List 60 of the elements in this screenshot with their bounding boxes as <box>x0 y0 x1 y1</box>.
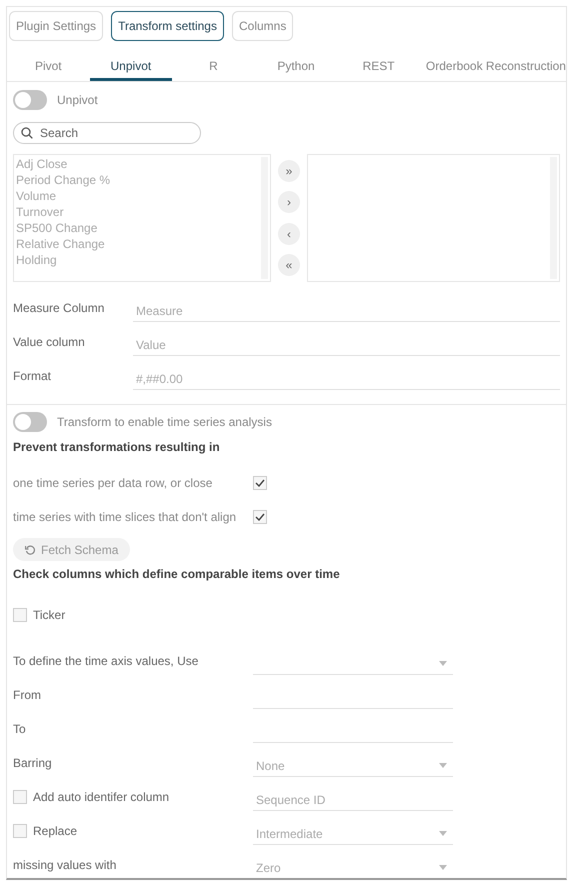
input-field[interactable]: Value <box>133 334 560 356</box>
checkbox-label: Ticker <box>33 607 66 624</box>
dropdown[interactable]: Intermediate <box>253 823 453 845</box>
checkbox[interactable] <box>13 608 27 622</box>
tab[interactable]: Unpivot <box>90 53 172 81</box>
refresh-icon <box>25 544 35 554</box>
list-item[interactable]: Relative Change <box>16 236 105 252</box>
checkbox[interactable] <box>13 824 27 838</box>
field-label: Replace <box>33 823 78 840</box>
tab[interactable]: Pivot <box>7 53 90 81</box>
dropdown[interactable]: Zero <box>253 857 453 878</box>
checkbox[interactable] <box>13 790 27 804</box>
checkbox[interactable] <box>253 476 267 490</box>
field-label: Barring <box>13 755 52 772</box>
list-item[interactable]: Volume <box>16 188 56 204</box>
search-field[interactable]: Search <box>13 122 201 144</box>
field-label: Add auto identifer column <box>33 789 170 806</box>
field-label: Measure Column <box>13 300 106 317</box>
option-label: one time series per data row, or close <box>13 475 214 492</box>
input-field[interactable]: #,##0.00 <box>133 368 560 390</box>
list-item[interactable]: SP500 Change <box>16 220 98 236</box>
move-button[interactable]: ‹ <box>278 222 300 245</box>
settings-tab-button[interactable]: Columns <box>232 11 294 41</box>
list-item[interactable]: Turnover <box>16 204 64 220</box>
list-item[interactable]: Holding <box>16 252 57 268</box>
column-list[interactable]: Adj Close Period Change % Volume Turnover SP500 Change Relative Change Holding <box>13 154 271 282</box>
field-label: To <box>13 721 26 738</box>
selected-column-list[interactable] <box>307 154 560 282</box>
section-heading: Prevent transformations resulting in <box>13 439 221 456</box>
caret-icon <box>439 831 447 836</box>
field-label: missing values with <box>13 857 116 874</box>
input-field[interactable]: Sequence ID <box>253 789 453 811</box>
list-item[interactable]: Adj Close <box>16 156 68 172</box>
tab[interactable]: REST <box>337 53 420 81</box>
caret-icon <box>439 763 447 768</box>
toggle-switch[interactable] <box>13 90 47 110</box>
list-item[interactable]: Period Change % <box>16 172 110 188</box>
move-button[interactable]: › <box>278 191 300 214</box>
tab[interactable]: Orderbook Reconstruction <box>420 53 566 81</box>
settings-tab-button[interactable]: Transform settings <box>111 11 224 41</box>
tab[interactable]: R <box>172 53 255 81</box>
toggle-switch[interactable] <box>13 412 47 432</box>
field-label: Format <box>13 368 52 385</box>
search-icon <box>21 127 33 139</box>
field-label: To define the time axis values, Use <box>13 653 198 670</box>
toggle-label: Transform to enable time series analysis <box>57 414 272 431</box>
checkbox[interactable] <box>253 510 267 524</box>
caret-icon <box>439 865 447 870</box>
dropdown[interactable]: None <box>253 755 453 777</box>
field-label: Value column <box>13 334 86 351</box>
field-label: From <box>13 687 41 704</box>
caret-icon <box>439 661 447 666</box>
section-heading: Check columns which define comparable items over time <box>13 566 341 583</box>
toggle-label: Unpivot <box>57 92 98 109</box>
move-button[interactable]: « <box>278 254 300 276</box>
input-field[interactable]: Measure <box>133 300 560 322</box>
option-label: time series with time slices that don't align <box>13 509 238 526</box>
move-button[interactable]: » <box>278 160 300 182</box>
tab[interactable]: Python <box>254 53 338 81</box>
settings-tab-button[interactable]: Plugin Settings <box>9 11 104 41</box>
